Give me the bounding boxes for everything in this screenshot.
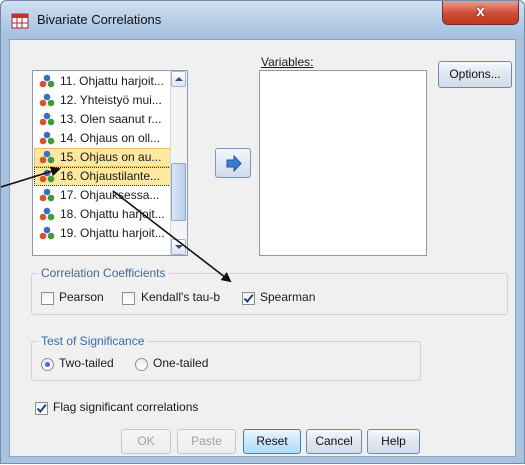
annotation-arrows	[1, 166, 232, 283]
annotation-arrow-to-selected-variables	[1, 166, 61, 188]
dialog-window: Bivariate Correlations x 11. Ohjattu har…	[0, 0, 525, 464]
annotation-arrow-to-spearman	[112, 190, 232, 283]
